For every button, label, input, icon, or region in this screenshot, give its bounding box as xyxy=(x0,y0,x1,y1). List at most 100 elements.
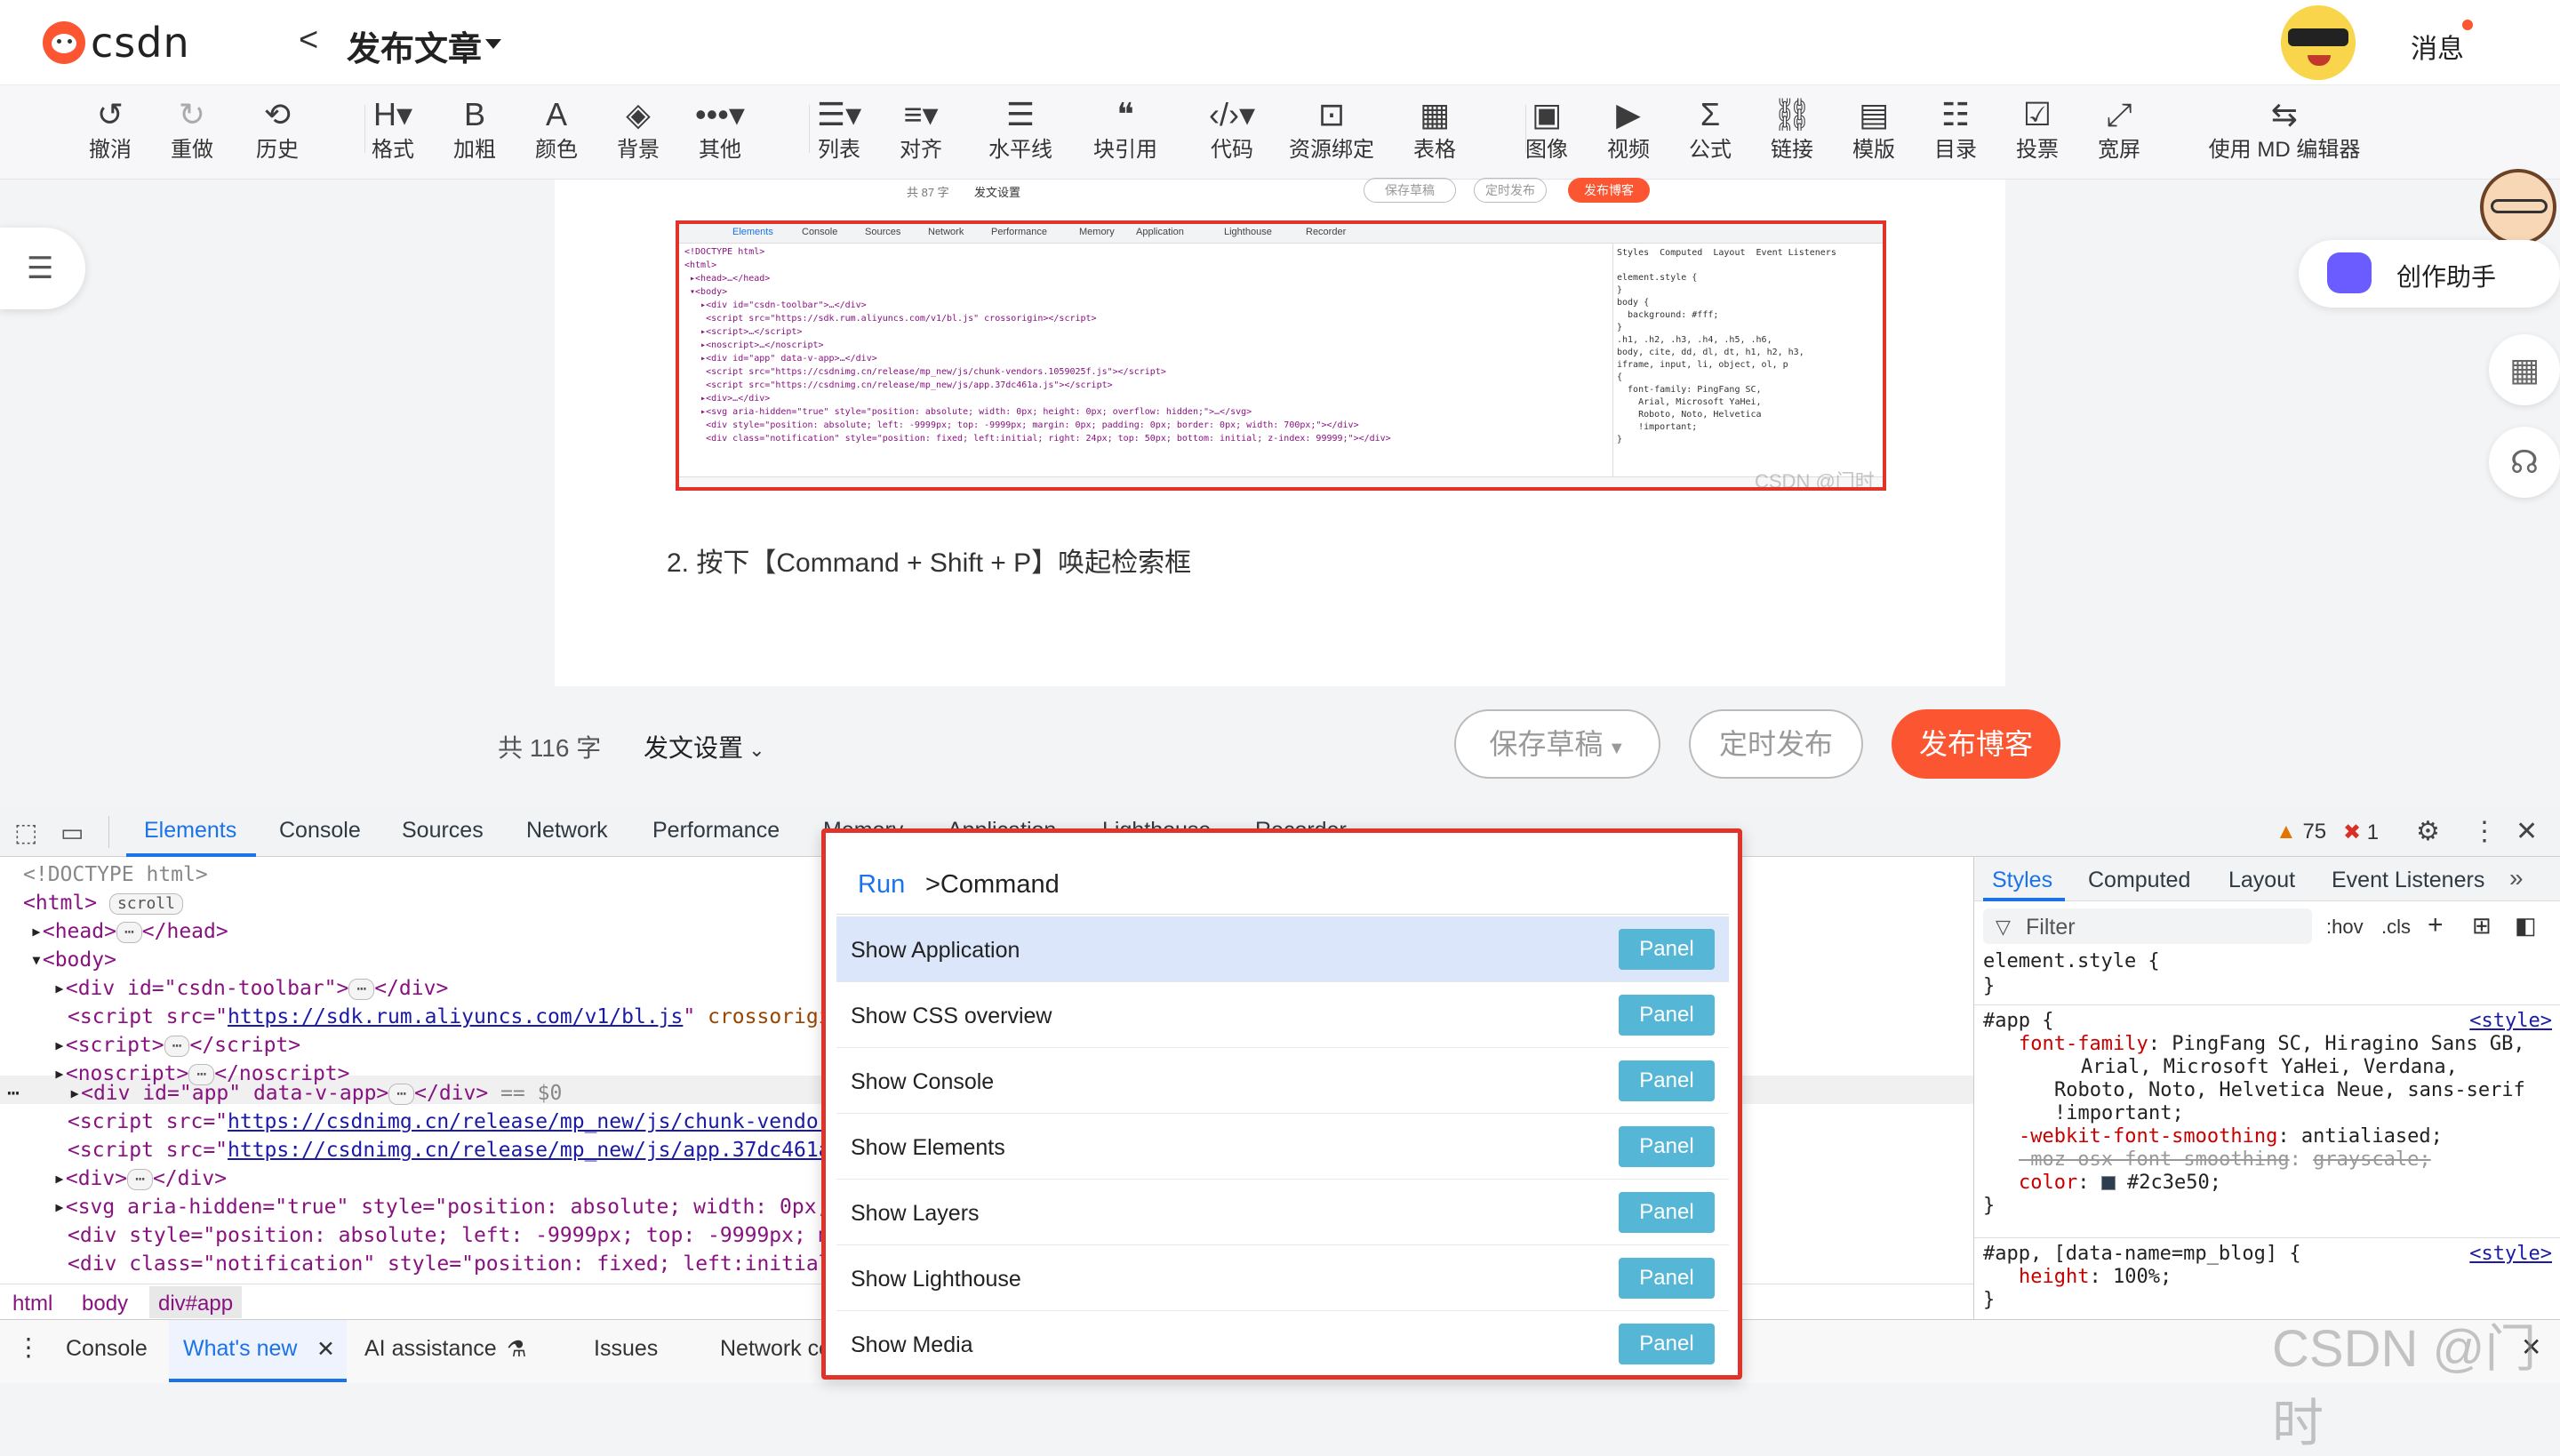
back-chevron-icon[interactable]: < xyxy=(299,21,318,60)
command-input[interactable]: Run >Command xyxy=(836,840,1729,915)
outline-toggle-button[interactable]: ☰ xyxy=(0,228,85,309)
app-rule[interactable]: #app { <style> font-family: PingFang SC,… xyxy=(1983,1010,2552,1218)
kebab-menu-icon[interactable]: ⋮ xyxy=(2471,816,2498,847)
toolbar-link-button[interactable]: ⛓ 链接 xyxy=(1748,92,1836,172)
tab-event-listeners[interactable]: Event Listeners xyxy=(2332,868,2484,893)
dom-line[interactable]: ▸<svg aria-hidden="true" style="position… xyxy=(53,1193,866,1221)
page-title[interactable]: 发布文章 xyxy=(347,21,482,70)
warnings-counter[interactable]: ▲ 75 xyxy=(2276,820,2326,844)
headset-icon[interactable]: ☊ xyxy=(2489,427,2560,498)
toolbar-resource-bind-button[interactable]: ⊡ 资源绑定 xyxy=(1287,92,1376,172)
command-item[interactable]: Show Lighthouse Panel xyxy=(836,1245,1729,1311)
publish-button[interactable]: 发布博客 xyxy=(1892,709,2060,779)
inspect-element-icon[interactable]: ⬚ xyxy=(14,818,37,847)
app-js-link[interactable]: https://csdnimg.cn/release/mp_new/js/app… xyxy=(228,1139,868,1162)
toolbar-image-button[interactable]: ▣ 图像 xyxy=(1502,92,1591,172)
paint-brush-icon[interactable]: ⊞ xyxy=(2472,912,2492,940)
command-item[interactable]: Show Media Panel xyxy=(836,1311,1729,1375)
dom-line[interactable]: ▸<div> ⋯ </div> xyxy=(53,1164,227,1193)
dom-line[interactable]: ▾<body> xyxy=(30,946,116,974)
toolbar-template-button[interactable]: ▤ 模版 xyxy=(1829,92,1918,172)
element-style-rule[interactable]: element.style { } xyxy=(1983,949,2160,999)
more-tabs-icon[interactable]: » xyxy=(2509,864,2524,892)
drawer-tab-console[interactable]: Console xyxy=(66,1336,148,1362)
toolbar-switch-editor-button[interactable]: ⇆ 使用 MD 编辑器 xyxy=(2196,92,2373,172)
step-paragraph[interactable]: 2. 按下【Command + Shift + P】唤起检索框 xyxy=(667,540,1191,580)
tab-styles[interactable]: Styles xyxy=(1992,868,2052,893)
breadcrumb-div-app[interactable]: div#app xyxy=(149,1286,243,1318)
toolbar-formula-button[interactable]: Σ 公式 xyxy=(1666,92,1755,172)
creation-assistant-button[interactable]: 创作助手 xyxy=(2299,240,2560,308)
tab-computed[interactable]: Computed xyxy=(2088,868,2190,893)
command-item[interactable]: Show Layers Panel xyxy=(836,1180,1729,1245)
close-tab-icon[interactable]: ✕ xyxy=(316,1336,335,1363)
toolbar-text-color-button[interactable]: A 颜色 xyxy=(512,92,601,172)
drawer-tab-whats-new[interactable]: What's new xyxy=(183,1336,297,1362)
messages-link[interactable]: 消息 xyxy=(2411,27,2464,66)
color-swatch[interactable] xyxy=(2100,1176,2116,1190)
dom-line[interactable]: <script src="https://csdnimg.cn/release/… xyxy=(68,1108,868,1136)
toolbar-paint-bucket-button[interactable]: ◈ 背景 xyxy=(594,92,683,172)
scroll-badge[interactable]: scroll xyxy=(108,892,183,915)
dom-line[interactable]: ▸<div id="csdn-toolbar"> ⋯ </div> xyxy=(53,974,448,1003)
chunk-vendors-link[interactable]: https://csdnimg.cn/release/mp_new/js/chu… xyxy=(228,1110,868,1133)
toolbar-list-button[interactable]: ☰▾ 列表 xyxy=(795,92,884,172)
dom-line[interactable]: <!DOCTYPE html> xyxy=(23,860,208,889)
toolbar-table-button[interactable]: ▦ 表格 xyxy=(1390,92,1479,172)
dom-line[interactable]: <div class="notification" style="positio… xyxy=(68,1250,843,1278)
drawer-tab-ai-assistance[interactable]: AI assistance xyxy=(364,1336,497,1362)
toolbar-bold-button[interactable]: B 加粗 xyxy=(430,92,519,172)
command-item[interactable]: Show CSS overview Panel xyxy=(836,982,1729,1048)
sidebar-toggle-icon[interactable]: ◧ xyxy=(2515,912,2537,940)
dom-line-selected[interactable]: ⋯ ▸<div id="app" data-v-app> ⋯ </div> == $… xyxy=(7,1079,562,1108)
toolbar-vote-button[interactable]: ☑ 投票 xyxy=(1993,92,2082,172)
command-item[interactable]: Show Application Panel xyxy=(836,916,1729,982)
schedule-publish-button[interactable]: 定时发布 xyxy=(1689,709,1863,779)
toolbar-widescreen-button[interactable]: ⤢ 宽屏 xyxy=(2075,92,2164,172)
avatar[interactable] xyxy=(2281,5,2356,80)
errors-counter[interactable]: ✖ 1 xyxy=(2343,820,2379,845)
toolbar-undo-button[interactable]: ↺ 撤消 xyxy=(66,92,155,172)
dom-line[interactable]: <html> scroll xyxy=(23,889,183,917)
command-item[interactable]: Show Console Panel xyxy=(836,1048,1729,1114)
app-rule-source-link[interactable]: <style> xyxy=(2469,1010,2552,1033)
toolbar-align-button[interactable]: ≡▾ 对齐 xyxy=(876,92,965,172)
dom-line[interactable]: ▸<script> ⋯ </script> xyxy=(53,1031,300,1060)
device-toggle-icon[interactable]: ▭ xyxy=(60,818,84,847)
devtools-tab-performance[interactable]: Performance xyxy=(652,818,780,844)
settings-gear-icon[interactable]: ⚙ xyxy=(2416,816,2440,847)
add-rule-icon[interactable]: + xyxy=(2428,910,2444,940)
drawer-tab-network-conditions[interactable]: Network co xyxy=(720,1336,831,1362)
app-blog-rule[interactable]: #app, [data-name=mp_blog] { <style> heig… xyxy=(1983,1243,2552,1312)
devtools-tab-elements[interactable]: Elements xyxy=(144,818,236,844)
tab-layout[interactable]: Layout xyxy=(2228,868,2295,893)
dom-line[interactable]: <script src="https://csdnimg.cn/release/… xyxy=(68,1136,868,1164)
close-devtools-icon[interactable]: ✕ xyxy=(2516,816,2538,847)
save-draft-button[interactable]: 保存草稿 ▼ xyxy=(1454,709,1660,779)
breadcrumb-html[interactable]: html xyxy=(12,1292,52,1316)
toolbar-history-button[interactable]: ⟲ 历史 xyxy=(233,92,322,172)
dom-line[interactable]: ▸<head> ⋯ </head> xyxy=(30,917,228,946)
csdn-logo[interactable]: csdn xyxy=(43,19,190,67)
cls-toggle[interactable]: .cls xyxy=(2381,916,2411,939)
toolbar-toc-button[interactable]: ☷ 目录 xyxy=(1911,92,2000,172)
devtools-tab-sources[interactable]: Sources xyxy=(402,818,484,844)
app-blog-source-link[interactable]: <style> xyxy=(2469,1243,2552,1266)
devtools-tab-console[interactable]: Console xyxy=(279,818,361,844)
drawer-menu-icon[interactable]: ⋮ xyxy=(16,1332,41,1362)
dom-line[interactable]: <script src="https://sdk.rum.aliyuncs.co… xyxy=(68,1003,855,1031)
toolbar-video-button[interactable]: ▶ 视频 xyxy=(1584,92,1673,172)
qr-code-icon[interactable]: ▦ xyxy=(2489,334,2560,405)
title-dropdown-icon[interactable] xyxy=(485,39,501,49)
script-link[interactable]: https://sdk.rum.aliyuncs.com/v1/bl.js xyxy=(228,1005,683,1028)
drawer-tab-issues[interactable]: Issues xyxy=(594,1336,658,1362)
toolbar-quote-button[interactable]: ❝ 块引用 xyxy=(1081,92,1170,172)
dom-line[interactable]: <div style="position: absolute; left: -9… xyxy=(68,1221,868,1250)
toolbar-more-button[interactable]: •••▾ 其他 xyxy=(676,92,764,172)
breadcrumb-body[interactable]: body xyxy=(82,1292,128,1316)
publish-settings-dropdown[interactable]: 发文设置 ⌄ xyxy=(644,729,765,764)
hov-toggle[interactable]: :hov xyxy=(2326,916,2364,939)
devtools-tab-network[interactable]: Network xyxy=(526,818,608,844)
command-item[interactable]: Show Elements Panel xyxy=(836,1114,1729,1180)
toolbar-horizontal-rule-button[interactable]: ☰ 水平线 xyxy=(976,92,1065,172)
